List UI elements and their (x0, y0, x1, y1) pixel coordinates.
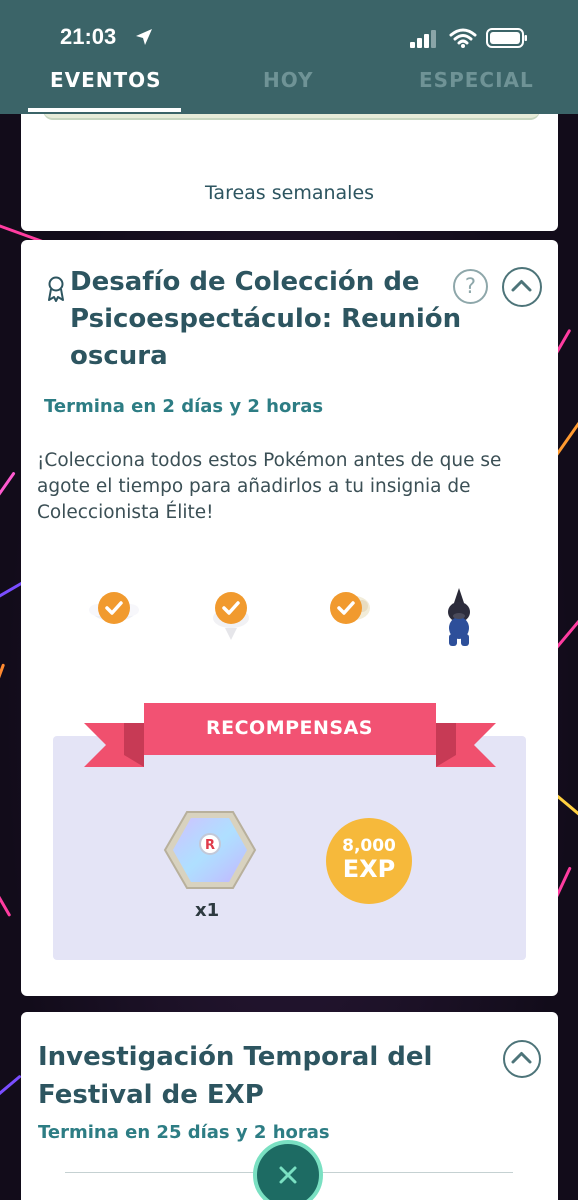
close-icon (279, 1166, 297, 1184)
location-arrow-icon (136, 29, 152, 45)
pokemon-slot-1[interactable] (84, 580, 144, 650)
weekly-tasks-label: Tareas semanales (204, 182, 375, 204)
deino-sprite-icon (448, 588, 470, 646)
app-header: 21:03 EVENTOS HOY ESPECIAL (0, 0, 578, 114)
collapse-chevron-icon[interactable] (502, 267, 542, 307)
cellular-signal-icon (410, 30, 436, 48)
exp-label: EXP (342, 855, 396, 883)
pokemon-slot-3[interactable] (316, 580, 376, 650)
rewards-title: RECOMPENSAS (206, 717, 373, 739)
pokemon-slot-4[interactable] (431, 580, 491, 650)
svg-text:R: R (205, 838, 215, 853)
exp-icon: 8,000 EXP (326, 818, 412, 904)
pokemon-list (21, 580, 558, 660)
tab-eventos[interactable]: EVENTOS (50, 68, 162, 92)
pokemon-slot-2[interactable] (201, 580, 261, 650)
collected-check-icon (215, 592, 247, 624)
badge-ribbon-icon (48, 276, 64, 302)
rocket-radar-icon: R (163, 811, 257, 889)
exp-amount: 8,000 (342, 836, 396, 856)
challenge-description: ¡Colecciona todos estos Pokémon antes de… (37, 450, 502, 523)
wifi-icon (449, 28, 477, 48)
challenge-title: Desafío de Colección de Psicoespectáculo… (70, 267, 462, 371)
collapse-chevron-icon[interactable] (503, 1040, 541, 1078)
collection-challenge-card: Desafío de Colección de Psicoespectáculo… (21, 240, 558, 996)
battery-icon (486, 28, 527, 48)
tab-hoy[interactable]: HOY (263, 68, 314, 92)
reward-quantity: x1 (195, 900, 220, 921)
collected-check-icon (98, 592, 130, 624)
help-icon[interactable]: ? (453, 269, 488, 304)
research-title: Investigación Temporal del Festival de E… (38, 1042, 433, 1110)
active-tab-indicator (28, 108, 181, 112)
collected-check-icon (330, 592, 362, 624)
challenge-end-time: Termina en 2 días y 2 horas (44, 396, 324, 417)
status-time: 21:03 (60, 24, 117, 49)
close-button[interactable] (253, 1140, 323, 1200)
weekly-tasks-card[interactable]: Tareas semanales (21, 100, 558, 231)
tab-especial[interactable]: ESPECIAL (419, 68, 534, 92)
